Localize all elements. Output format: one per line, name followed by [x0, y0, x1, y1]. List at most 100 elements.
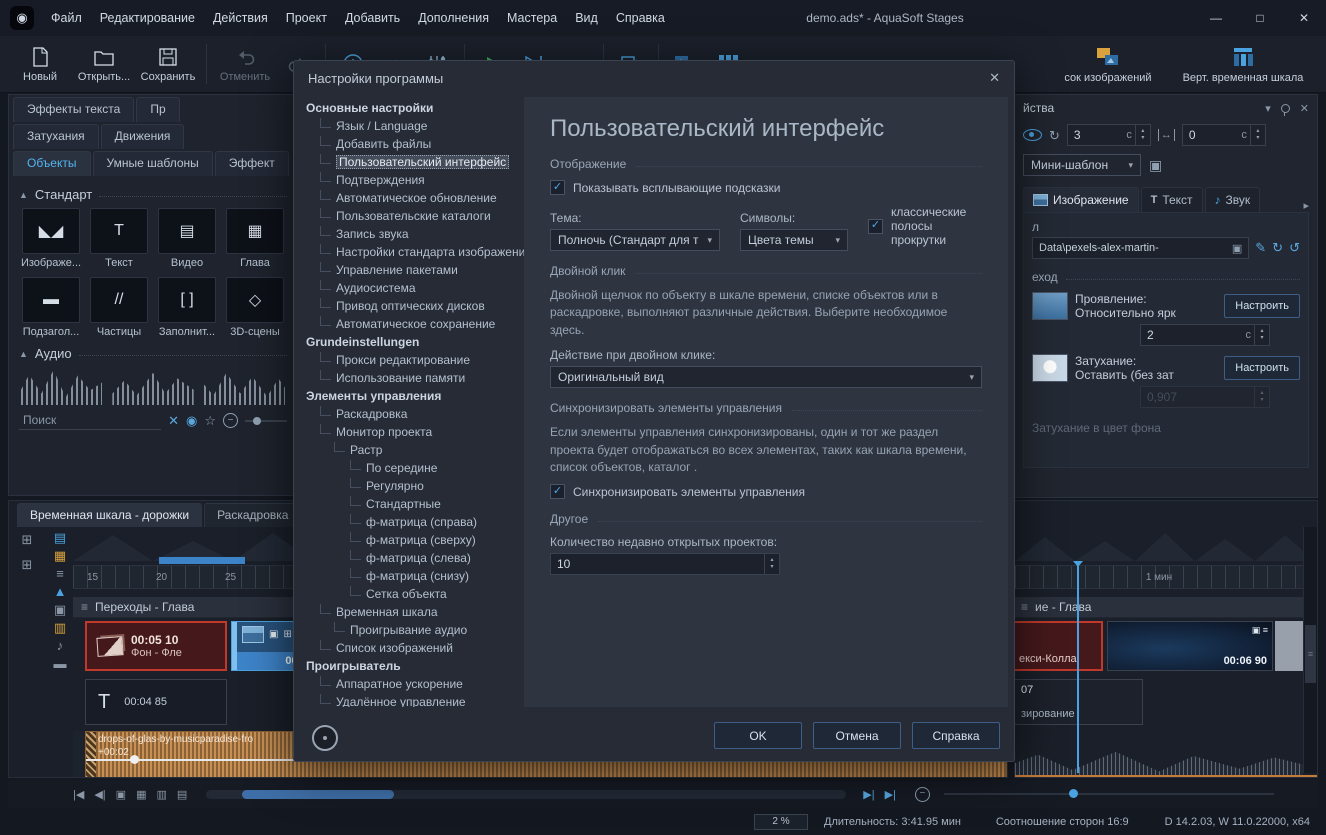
file-path-field[interactable]: Data\pexels-alex-martin-▣ [1032, 237, 1249, 259]
object-item[interactable]: T Текст [87, 208, 151, 269]
tracks-button[interactable]: ▥ [151, 788, 171, 801]
duration-spinner[interactable]: 3 с ▴▾ [1067, 124, 1151, 146]
zoom-slider[interactable] [944, 793, 1274, 795]
support-icon[interactable] [312, 725, 338, 751]
tree-item[interactable]: Использование памяти [294, 369, 524, 387]
timeline-clip[interactable]: T 00:04 85 [85, 679, 227, 725]
tree-item[interactable]: Пользовательские каталоги [294, 207, 524, 225]
track-menu-icon[interactable]: ≡ [1021, 600, 1028, 614]
copy-icon[interactable]: ▣ [1232, 242, 1242, 255]
tree-item[interactable]: Пользовательский интерфейс [294, 153, 524, 171]
checkbox-box[interactable]: ✓ [550, 180, 565, 195]
visibility-eye-icon[interactable] [1023, 129, 1042, 141]
new-button[interactable]: Новый [8, 38, 72, 90]
vertical-scrollbar[interactable]: ≡ [1303, 527, 1317, 773]
tree-item[interactable]: Настройки стандарта изображения [294, 243, 524, 261]
tree-item[interactable]: Привод оптических дисков [294, 297, 524, 315]
symbols-select[interactable]: Цвета темы▾ [740, 229, 848, 251]
track-tool-icon[interactable]: ♪ [57, 639, 64, 652]
tree-item[interactable]: Основные настройки [294, 99, 524, 117]
object-item[interactable]: ▤ Видео [155, 208, 219, 269]
object-item[interactable]: ◇ 3D-сцены [223, 277, 287, 338]
panel-tab[interactable]: Движения [101, 124, 185, 149]
tree-item[interactable]: Запись звука [294, 225, 524, 243]
track-menu-icon[interactable]: ≡ [81, 600, 88, 614]
transition-in-thumbnail[interactable] [1032, 292, 1068, 320]
undo-button[interactable]: Отменить [213, 38, 277, 90]
zoom-out-icon[interactable]: − [223, 413, 238, 428]
dialog-titlebar[interactable]: Настройки программы ✕ [294, 61, 1014, 95]
tree-item[interactable]: Аппаратное ускорение [294, 675, 524, 693]
menu-item[interactable]: Действия [204, 1, 277, 36]
save-button[interactable]: Сохранить [136, 38, 200, 90]
track-header[interactable]: ≡ ие - Глава [1015, 597, 1303, 618]
clear-search-icon[interactable]: ✕ [168, 413, 179, 429]
thumbnail-size-slider[interactable] [245, 420, 287, 422]
checkbox-box[interactable]: ✓ [550, 484, 565, 499]
timeline-tab[interactable]: Раскадровка [204, 503, 301, 527]
tree-item[interactable]: Управление пакетами [294, 261, 524, 279]
zoom-slider-knob[interactable] [1069, 789, 1078, 798]
template-select[interactable]: Мини-шаблон▾ [1023, 154, 1141, 176]
rotate-ccw-icon[interactable]: ↺ [1289, 240, 1300, 256]
timeline-clip[interactable]: 00:05 10 Фон - Фле [85, 621, 227, 671]
menu-item[interactable]: Проект [277, 1, 336, 36]
panel-tab[interactable]: Объекты [13, 151, 91, 176]
offset-spinner[interactable]: 0 с ▴▾ [1182, 124, 1266, 146]
audio-item-waveform[interactable] [204, 367, 285, 405]
rotate-cw-icon[interactable]: ↻ [1272, 240, 1283, 256]
favorites-star-icon[interactable]: ☆ [204, 413, 216, 429]
panel-tab[interactable]: Пр [136, 97, 179, 122]
timeline-scrollbar[interactable] [206, 790, 846, 799]
spinner-arrows[interactable]: ▴▾ [764, 554, 779, 574]
tab-sound[interactable]: ♪ Звук [1205, 187, 1261, 212]
tree-item[interactable]: ф-матрица (сверху) [294, 531, 524, 549]
tree-item[interactable]: Автоматическое обновление [294, 189, 524, 207]
tree-item[interactable]: ф-матрица (слева) [294, 549, 524, 567]
selection-range-band[interactable] [159, 557, 245, 564]
volume-envelope-knob[interactable] [130, 755, 139, 764]
panel-tab[interactable]: Умные шаблоны [93, 151, 213, 176]
maximize-button[interactable]: □ [1238, 0, 1282, 35]
audio-section-header[interactable]: ▲ Аудио [19, 346, 287, 361]
tree-item[interactable]: Удалённое управление [294, 693, 524, 707]
tree-item[interactable]: Добавить файлы [294, 135, 524, 153]
tree-item[interactable]: По середине [294, 459, 524, 477]
panel-tab[interactable]: Эффекты текста [13, 97, 134, 122]
tree-item[interactable]: Раскадровка [294, 405, 524, 423]
track-tool-icon[interactable]: ▦ [54, 549, 66, 562]
spinner-arrows[interactable]: ▴▾ [1254, 387, 1269, 407]
tree-item[interactable]: Стандартные [294, 495, 524, 513]
object-item[interactable]: // Частицы [87, 277, 151, 338]
tree-item[interactable]: Проигрыватель [294, 657, 524, 675]
sync-checkbox[interactable]: ✓ Синхронизировать элементы управления [550, 484, 982, 499]
tree-item[interactable]: Растр [294, 441, 524, 459]
transition-out-thumbnail[interactable] [1032, 354, 1068, 382]
spinner-arrows[interactable]: ▴▾ [1254, 325, 1269, 345]
tree-item[interactable]: Аудиосистема [294, 279, 524, 297]
tree-item[interactable]: Элементы управления [294, 387, 524, 405]
tree-item[interactable]: Регулярно [294, 477, 524, 495]
tree-item[interactable]: Проигрывание аудио [294, 621, 524, 639]
menu-item[interactable]: Мастера [498, 1, 566, 36]
panel-close-icon[interactable]: ✕ [1300, 102, 1309, 115]
tooltips-checkbox[interactable]: ✓ Показывать всплывающие подсказки [550, 180, 982, 195]
tab-text[interactable]: T Текст [1141, 187, 1203, 212]
loop-icon[interactable]: ↻ [1049, 129, 1060, 142]
tree-item[interactable]: Подтверждения [294, 171, 524, 189]
object-item[interactable]: ▬ Подзагол... [19, 277, 83, 338]
track-tool-icon[interactable]: ▥ [54, 621, 66, 634]
tabs-overflow-icon[interactable]: ▸ [1303, 199, 1309, 212]
tree-item[interactable]: Временная шкала [294, 603, 524, 621]
tree-item[interactable]: Список изображений [294, 639, 524, 657]
timeline-clip[interactable]: 07 зирование [1015, 679, 1143, 725]
track-tool-icon[interactable]: ▲ [54, 585, 67, 598]
loop-button[interactable]: ▣ [111, 788, 131, 801]
pin-icon[interactable] [1281, 104, 1290, 113]
menu-item[interactable]: Файл [42, 1, 91, 36]
recent-projects-spinner[interactable]: 10 ▴▾ [550, 553, 780, 575]
classic-scrollbars-checkbox[interactable]: ✓ классические полосы прокрутки [868, 205, 982, 247]
edit-pencil-icon[interactable]: ✎ [1255, 240, 1266, 256]
track-tool-icon[interactable]: ▬ [54, 657, 67, 670]
panel-tab[interactable]: Эффект [215, 151, 289, 176]
